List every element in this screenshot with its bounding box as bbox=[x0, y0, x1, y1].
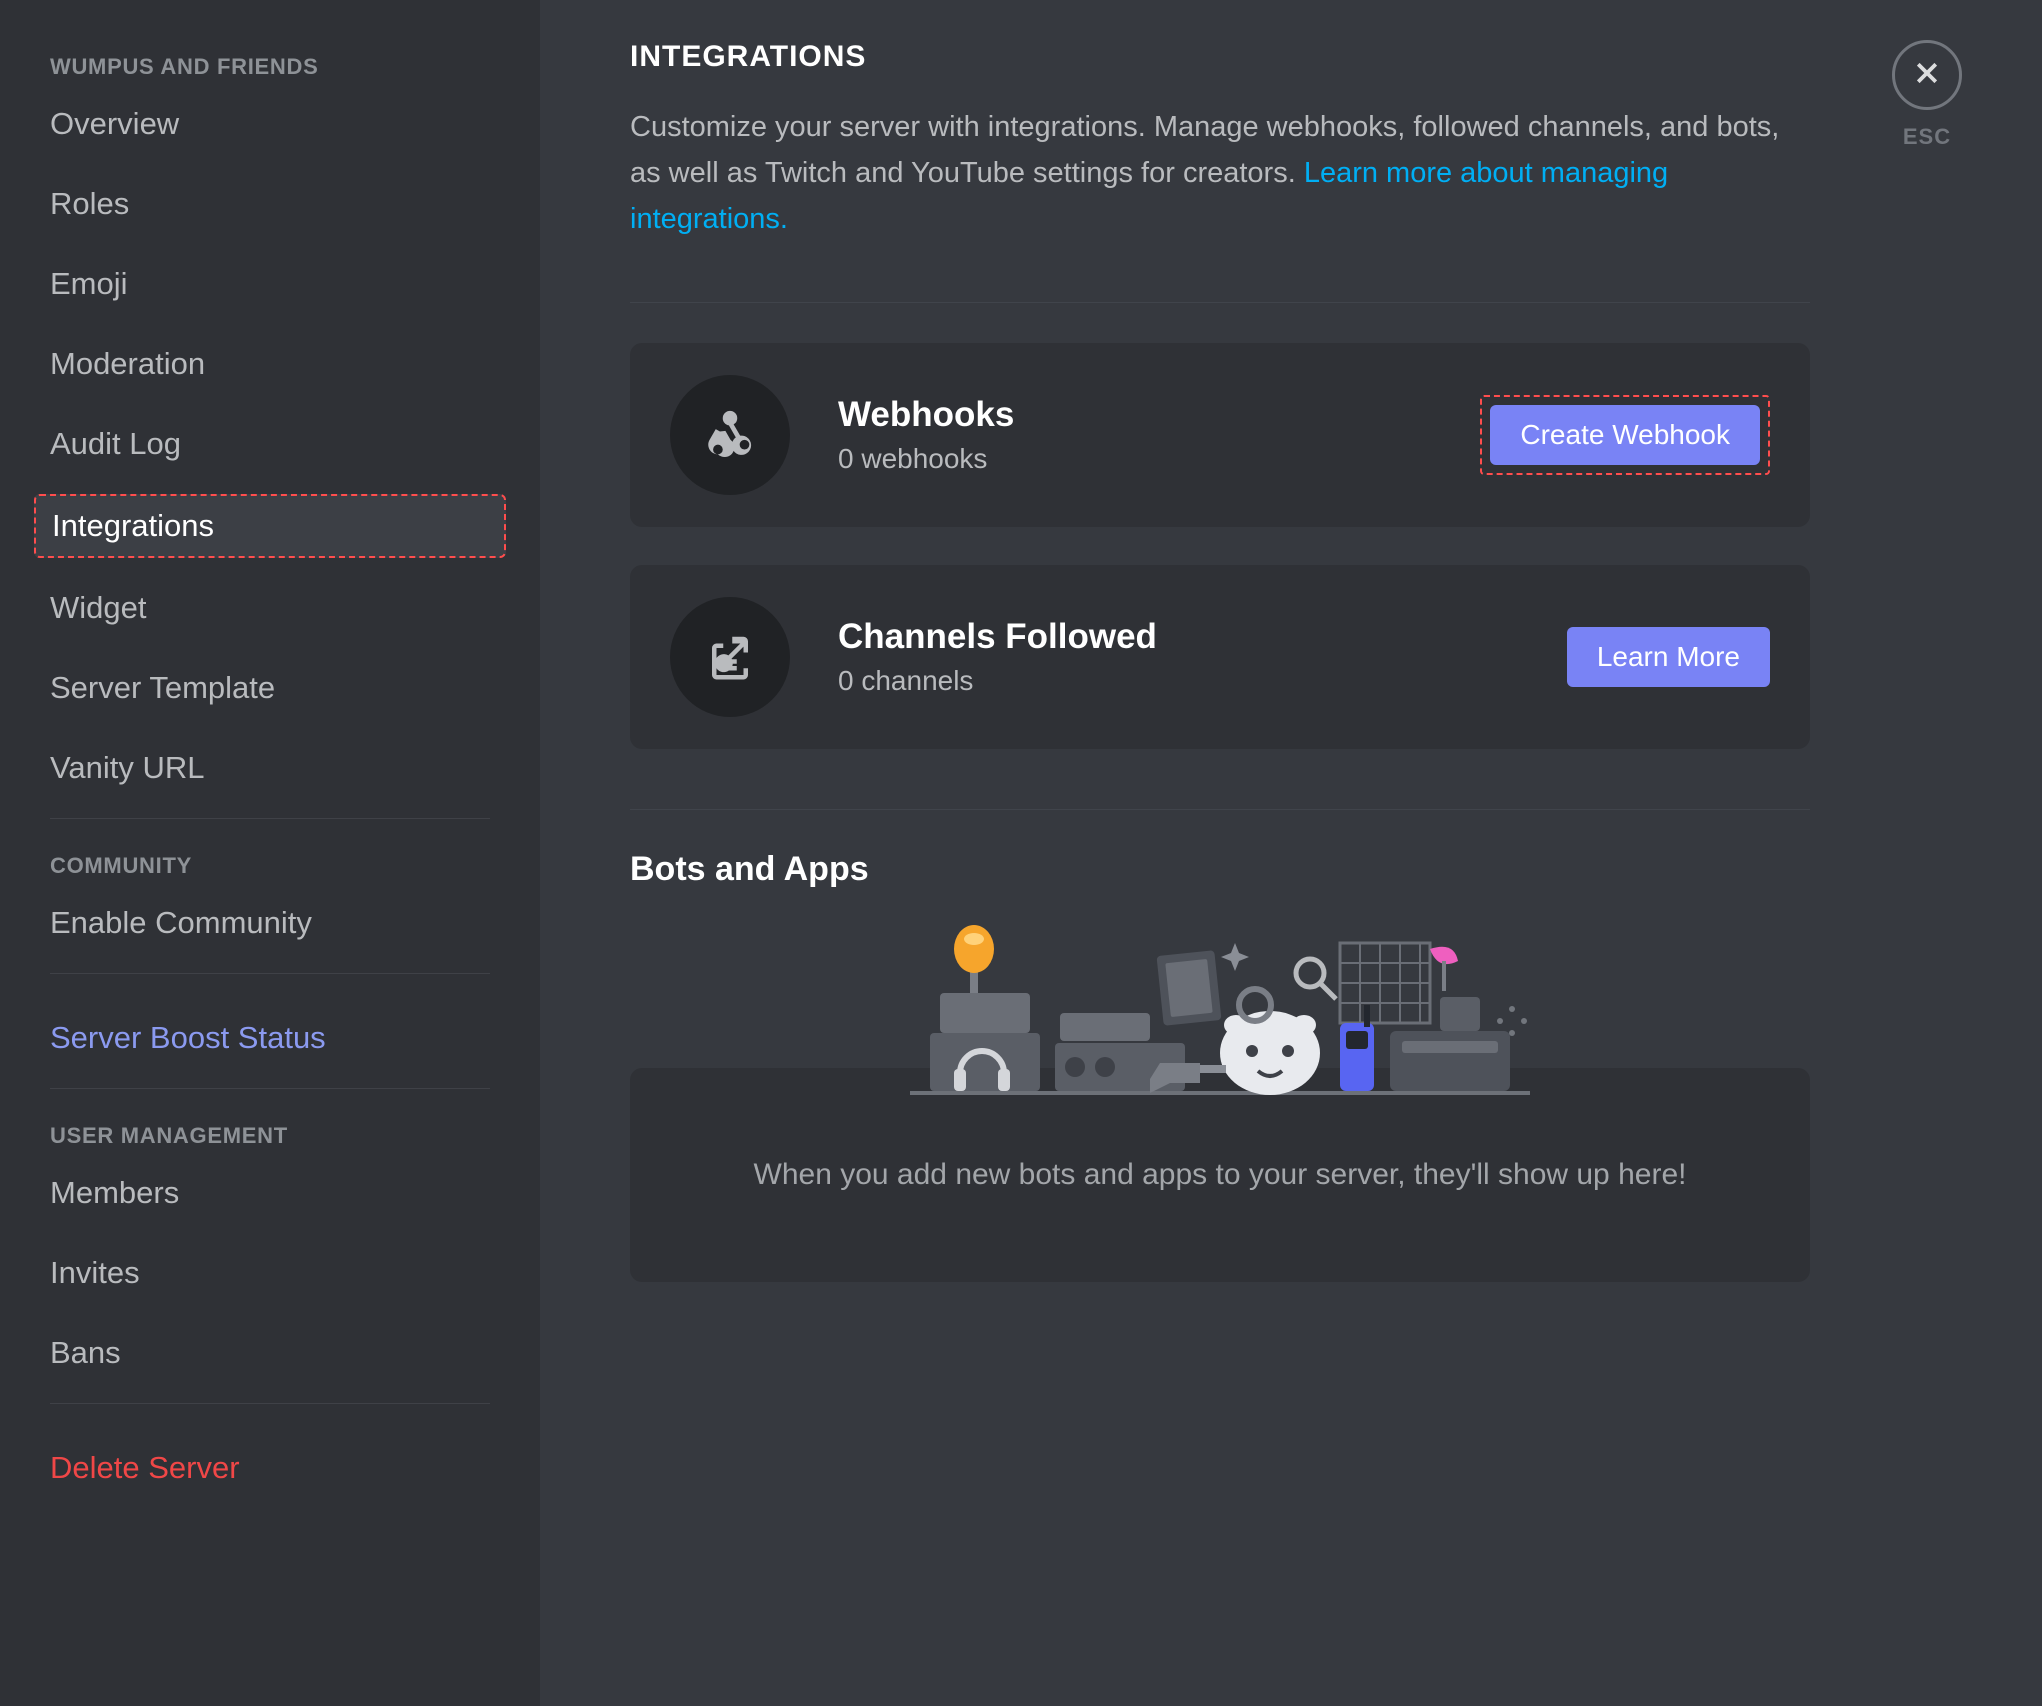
sidebar-divider bbox=[50, 1403, 490, 1404]
page-title: INTEGRATIONS bbox=[630, 40, 2042, 74]
channel-follow-icon bbox=[670, 597, 790, 717]
sidebar-item-integrations[interactable]: Integrations bbox=[34, 494, 506, 558]
divider bbox=[630, 809, 1810, 810]
sidebar-divider bbox=[50, 973, 490, 974]
sidebar-header-user-management: USER MANAGEMENT bbox=[0, 1109, 540, 1149]
webhooks-count: 0 webhooks bbox=[838, 443, 1480, 475]
sidebar-item-audit-log[interactable]: Audit Log bbox=[34, 414, 506, 474]
sidebar-item-roles[interactable]: Roles bbox=[34, 174, 506, 234]
close-button[interactable] bbox=[1892, 40, 1962, 110]
sidebar-item-members[interactable]: Members bbox=[34, 1163, 506, 1223]
webhooks-card: Webhooks 0 webhooks Create Webhook bbox=[630, 343, 1810, 527]
sidebar-divider bbox=[50, 818, 490, 819]
sidebar-item-overview[interactable]: Overview bbox=[34, 94, 506, 154]
sidebar-item-emoji[interactable]: Emoji bbox=[34, 254, 506, 314]
sidebar-item-bans[interactable]: Bans bbox=[34, 1323, 506, 1383]
webhook-icon bbox=[670, 375, 790, 495]
content: ESC INTEGRATIONS Customize your server w… bbox=[540, 0, 2042, 1706]
sidebar-item-server-template[interactable]: Server Template bbox=[34, 658, 506, 718]
close-icon bbox=[1912, 58, 1942, 93]
sidebar-item-server-boost[interactable]: Server Boost Status bbox=[34, 1008, 506, 1068]
channels-followed-card: Channels Followed 0 channels Learn More bbox=[630, 565, 1810, 749]
page-description: Customize your server with integrations.… bbox=[630, 104, 1810, 242]
sidebar: WUMPUS AND FRIENDS Overview Roles Emoji … bbox=[0, 0, 540, 1706]
sidebar-item-delete-server[interactable]: Delete Server bbox=[34, 1438, 506, 1498]
create-webhook-highlight: Create Webhook bbox=[1480, 395, 1770, 475]
bots-illustration bbox=[630, 913, 1810, 1108]
learn-more-button[interactable]: Learn More bbox=[1567, 627, 1770, 687]
bots-empty-text: When you add new bots and apps to your s… bbox=[754, 1158, 1687, 1191]
channels-followed-count: 0 channels bbox=[838, 665, 1567, 697]
sidebar-item-vanity-url[interactable]: Vanity URL bbox=[34, 738, 506, 798]
sidebar-item-invites[interactable]: Invites bbox=[34, 1243, 506, 1303]
sidebar-header-community: COMMUNITY bbox=[0, 839, 540, 879]
sidebar-item-moderation[interactable]: Moderation bbox=[34, 334, 506, 394]
channels-followed-title: Channels Followed bbox=[838, 617, 1567, 657]
sidebar-item-widget[interactable]: Widget bbox=[34, 578, 506, 638]
webhooks-title: Webhooks bbox=[838, 395, 1480, 435]
divider bbox=[630, 302, 1810, 303]
bots-and-apps-heading: Bots and Apps bbox=[630, 850, 2042, 889]
sidebar-divider bbox=[50, 1088, 490, 1089]
sidebar-item-enable-community[interactable]: Enable Community bbox=[34, 893, 506, 953]
close-label: ESC bbox=[1892, 124, 1962, 150]
create-webhook-button[interactable]: Create Webhook bbox=[1490, 405, 1760, 465]
sidebar-header-server: WUMPUS AND FRIENDS bbox=[0, 40, 540, 80]
